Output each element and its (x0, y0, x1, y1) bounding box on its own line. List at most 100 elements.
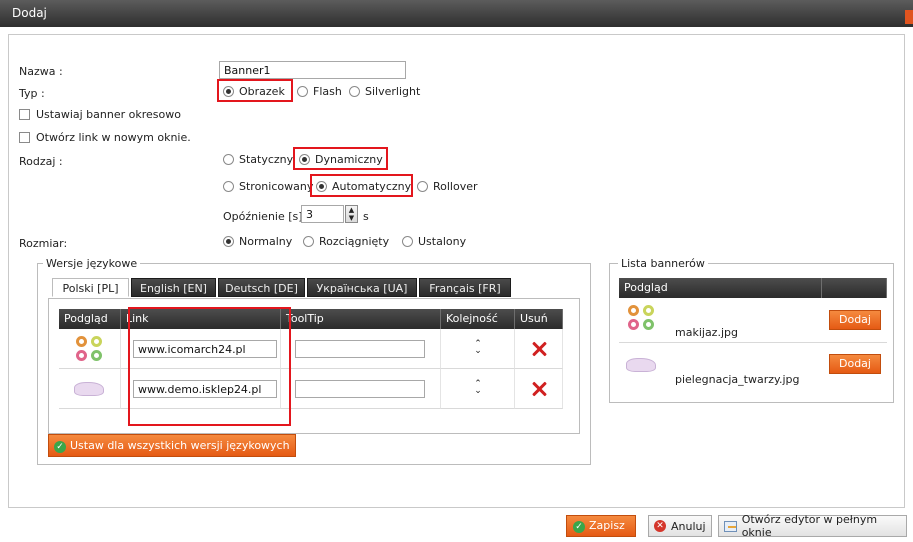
size-radio-ustalony[interactable]: Ustalony (402, 235, 466, 248)
radio-dot (417, 181, 428, 192)
size-radio-rozciagniety[interactable]: Rozciągnięty (303, 235, 389, 248)
radio-dot (223, 154, 234, 165)
tab-polski[interactable]: Polski [PL] (52, 278, 129, 297)
tab-english[interactable]: English [EN] (131, 278, 216, 297)
ring-icon (76, 335, 87, 347)
radio-dot (223, 236, 234, 247)
order-cell: ⌃ ⌄ (441, 369, 515, 409)
size-label: Rozmiar: (19, 237, 68, 250)
save-label: Zapisz (589, 519, 625, 532)
cloth-shape (74, 382, 104, 396)
radio-label: Automatyczny (332, 180, 412, 193)
add-banner-button[interactable]: Dodaj (829, 310, 881, 330)
order-arrows-icon[interactable]: ⌃ ⌄ (472, 340, 484, 356)
banner-list-header-preview: Podgląd (619, 278, 822, 298)
kind-radio-stronicowany[interactable]: Stronicowany (223, 180, 313, 193)
open-full-editor-button[interactable]: Otwórz edytor w pełnym oknie (718, 513, 907, 539)
language-versions-legend: Wersje językowe (43, 257, 141, 270)
dialog-body: Nazwa : Typ : Obrazek Flash Silverlight … (8, 34, 905, 508)
tab-ukrainian[interactable]: Українська [UA] (307, 278, 417, 297)
radio-label: Normalny (239, 235, 293, 248)
kind-radio-automatyczny[interactable]: Automatyczny (316, 180, 411, 193)
radio-label: Silverlight (365, 85, 421, 98)
col-header-delete: Usuń (515, 309, 563, 329)
highlight-link-column (128, 307, 291, 426)
makeup-rings-icon (71, 334, 107, 362)
delay-label: Opóźnienie [s]: (223, 210, 307, 223)
apply-all-label: Ustaw dla wszystkich wersji językowych (70, 439, 290, 452)
radio-label: Dynamiczny (315, 153, 383, 166)
type-radio-silverlight[interactable]: Silverlight (349, 85, 420, 98)
size-radio-normalny[interactable]: Normalny (223, 235, 292, 248)
edit-icon (724, 520, 737, 532)
preview-cell (59, 329, 121, 369)
delete-icon[interactable] (531, 381, 547, 397)
ring-icon (76, 349, 87, 361)
radio-dot (349, 86, 360, 97)
radio-dot (303, 236, 314, 247)
kind-radio-statyczny[interactable]: Statyczny (223, 153, 293, 166)
ring-icon (643, 304, 654, 316)
banner-filename: makijaz.jpg (675, 326, 738, 339)
tooltip-input[interactable] (295, 340, 425, 358)
save-button[interactable]: ✓ Zapisz (566, 515, 636, 537)
periodic-checkbox[interactable]: Ustawiaj banner okresowo (19, 108, 181, 121)
checkbox-label: Otwórz link w nowym oknie. (36, 131, 191, 144)
cloth-icon (623, 351, 659, 379)
banner-list-legend: Lista bannerów (618, 257, 708, 270)
checkbox-box (19, 109, 30, 120)
col-header-order: Kolejność (441, 309, 515, 329)
tab-francais[interactable]: Français [FR] (419, 278, 511, 297)
preview-cell (59, 369, 121, 409)
delete-icon[interactable] (531, 341, 547, 357)
kind-label: Rodzaj : (19, 155, 63, 168)
ring-icon (628, 318, 639, 330)
order-arrows-icon[interactable]: ⌃ ⌄ (472, 380, 484, 396)
radio-label: Statyczny (239, 153, 294, 166)
cancel-label: Anuluj (671, 519, 706, 533)
tooltip-cell (281, 329, 441, 369)
radio-label: Ustalony (418, 235, 467, 248)
close-icon[interactable] (905, 10, 913, 24)
add-banner-button[interactable]: Dodaj (829, 354, 881, 374)
cloth-shape (626, 358, 656, 372)
kind-radio-dynamiczny[interactable]: Dynamiczny (299, 153, 383, 166)
kind-radio-rollover[interactable]: Rollover (417, 180, 478, 193)
delete-cell (515, 369, 563, 409)
col-header-preview: Podgląd (59, 309, 121, 329)
ring-icon (628, 304, 639, 316)
apply-all-languages-button[interactable]: ✓ Ustaw dla wszystkich wersji językowych (48, 434, 296, 457)
cloth-icon (71, 375, 107, 403)
new-window-checkbox[interactable]: Otwórz link w nowym oknie. (19, 131, 191, 144)
radio-label: Obrazek (239, 85, 285, 98)
type-radio-obrazek[interactable]: Obrazek (223, 85, 285, 98)
delay-unit: s (363, 210, 369, 223)
tab-deutsch[interactable]: Deutsch [DE] (218, 278, 305, 297)
banner-list-fieldset: Lista bannerów Podgląd makijaz.jpg Dodaj… (609, 257, 894, 403)
radio-label: Stronicowany (239, 180, 314, 193)
delete-cell (515, 329, 563, 369)
cancel-icon: ✕ (654, 520, 666, 532)
check-icon: ✓ (573, 521, 585, 533)
banner-filename: pielegnacja_twarzy.jpg (675, 373, 800, 386)
radio-dot (299, 154, 310, 165)
type-radio-flash[interactable]: Flash (297, 85, 342, 98)
banner-list-header-action (822, 278, 887, 298)
checkbox-label: Ustawiaj banner okresowo (36, 108, 181, 121)
cancel-button[interactable]: ✕ Anuluj (648, 515, 712, 537)
checkbox-box (19, 132, 30, 143)
radio-label: Rollover (433, 180, 478, 193)
radio-dot (402, 236, 413, 247)
language-tabs: Polski [PL] English [EN] Deutsch [DE] Ук… (52, 278, 582, 298)
ring-icon (91, 335, 102, 347)
tooltip-input[interactable] (295, 380, 425, 398)
order-cell: ⌃ ⌄ (441, 329, 515, 369)
radio-dot (223, 86, 234, 97)
col-header-tooltip: ToolTip (281, 309, 441, 329)
name-input[interactable] (219, 61, 406, 79)
delay-input[interactable] (301, 205, 344, 223)
check-icon: ✓ (54, 441, 66, 453)
delay-spinner[interactable]: ▲ ▼ (345, 205, 358, 223)
radio-dot (223, 181, 234, 192)
radio-dot (297, 86, 308, 97)
